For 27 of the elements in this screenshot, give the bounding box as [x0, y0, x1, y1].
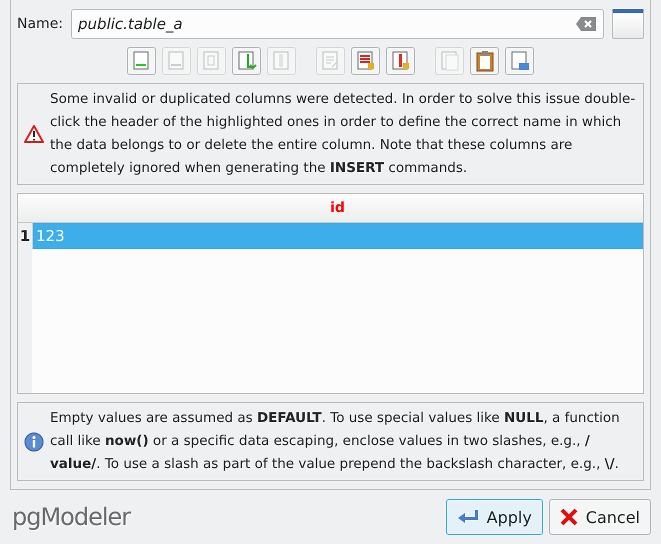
toolbar-button[interactable] [505, 47, 534, 75]
table-icon [320, 50, 342, 72]
cancel-button[interactable]: Cancel [548, 499, 651, 535]
table-icon [236, 50, 258, 72]
window-button[interactable] [612, 9, 644, 39]
name-label: Name: [17, 16, 64, 32]
toolbar-button[interactable] [351, 47, 380, 75]
warning-message: Some invalid or duplicated columns were detected. In order to solve this issue double-click the header of the highlighted ones in order to define the correct name in which the data belongs to or delete the entire column. Note that these columns are completely ignored when generating the INSERT commands. [50, 90, 636, 178]
copy-icon [438, 50, 460, 72]
clipboard-icon [474, 50, 496, 72]
toolbar-button[interactable] [127, 47, 156, 75]
return-arrow-icon [456, 509, 479, 525]
apply-button[interactable]: Apply [446, 499, 543, 535]
info-message: Empty values are assumed as DEFAULT. To use special values like NULL, a function call like now() or a specific data escaping, enclose values in two slashes, e.g., / value/. To use a slash as part of the value prepend the backslash character, e.g., \/. [50, 409, 621, 474]
toolbar-button[interactable] [386, 47, 415, 75]
toolbar-button[interactable] [470, 47, 499, 75]
info-icon [24, 432, 44, 452]
warning-icon [24, 125, 44, 143]
logo: pgModeler [12, 503, 130, 531]
table-icon [354, 50, 376, 72]
table-icon [508, 50, 530, 72]
clear-icon[interactable] [576, 17, 596, 31]
name-field[interactable]: public.table_a [71, 9, 604, 39]
toolbar-button[interactable] [232, 47, 261, 75]
table-icon [390, 50, 412, 72]
row-number: 1 [18, 223, 33, 249]
close-icon [560, 508, 578, 526]
